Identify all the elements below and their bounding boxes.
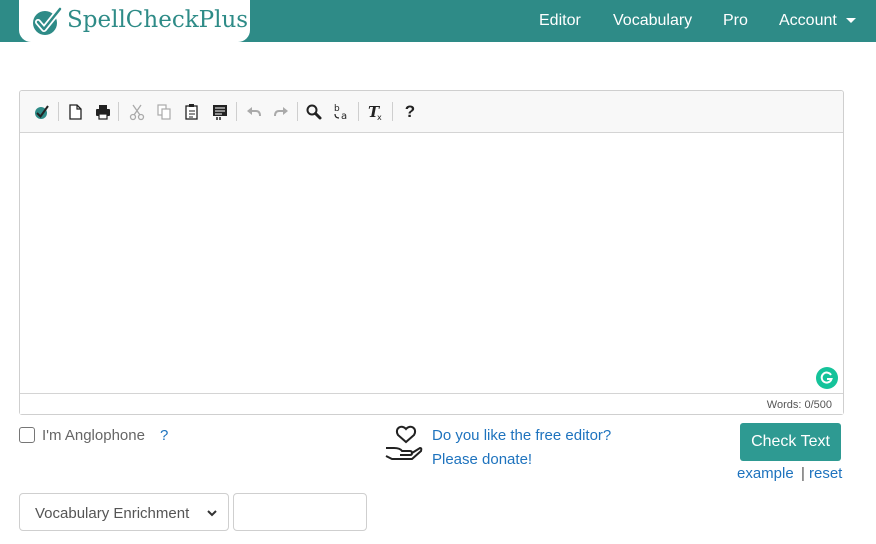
caret-down-icon[interactable] [846,18,856,23]
undo-icon[interactable] [244,102,264,122]
anglophone-label[interactable]: I'm Anglophone [42,427,145,444]
donate-question-link[interactable]: Do you like the free editor? [432,427,611,444]
print-icon[interactable] [93,102,113,122]
brand-logo[interactable]: SpellCheckPlus [19,0,250,42]
editor-text-area[interactable] [20,133,843,393]
vocabulary-mode-value: Vocabulary Enrichment [35,505,190,522]
toolbar-separator [118,102,119,121]
paste-text-icon[interactable] [210,102,230,122]
toolbar-separator [236,102,237,121]
anglophone-checkbox[interactable] [19,427,35,443]
svg-text:x: x [377,113,382,122]
vocabulary-input[interactable] [233,493,367,531]
link-separator: | [801,465,805,482]
svg-text:a: a [341,111,347,122]
nav-editor[interactable]: Editor [539,12,581,30]
cut-icon[interactable] [127,102,147,122]
heart-hand-icon[interactable] [384,424,424,464]
word-count: Words: 0/500 [766,399,832,411]
toolbar-separator [297,102,298,121]
toolbar-separator [392,102,393,121]
svg-text:b: b [334,104,340,114]
help-icon[interactable]: ? [400,102,420,122]
nav-vocabulary[interactable]: Vocabulary [613,12,692,30]
replace-icon[interactable]: ba [332,102,352,122]
new-document-icon[interactable] [65,102,85,122]
paste-icon[interactable] [182,102,202,122]
find-icon[interactable] [304,102,324,122]
copy-icon[interactable] [154,102,174,122]
anglophone-help-link[interactable]: ? [160,427,168,444]
chevron-down-icon [207,510,217,517]
text-editor: ba Tx ? Words: 0/500 [19,90,844,415]
toolbar-separator [358,102,359,121]
nav-account[interactable]: Account [779,12,837,30]
check-text-button[interactable]: Check Text [740,423,841,461]
reset-link[interactable]: reset [809,465,842,482]
spellcheck-icon[interactable] [32,102,52,122]
grammarly-icon[interactable] [816,367,838,389]
example-link[interactable]: example [737,465,794,482]
editor-toolbar: ba Tx ? [20,91,843,133]
brand-name: SpellCheckPlus [67,7,249,33]
vocabulary-mode-select[interactable]: Vocabulary Enrichment [19,493,229,531]
toolbar-separator [58,102,59,121]
editor-statusbar: Words: 0/500 [20,393,843,414]
donate-link[interactable]: Please donate! [432,451,532,468]
top-navbar: SpellCheckPlus Editor Vocabulary Pro Acc… [0,0,876,42]
nav-pro[interactable]: Pro [723,12,748,30]
check-badge-icon [33,6,63,35]
redo-icon[interactable] [271,102,291,122]
remove-format-icon[interactable]: Tx [366,102,386,122]
